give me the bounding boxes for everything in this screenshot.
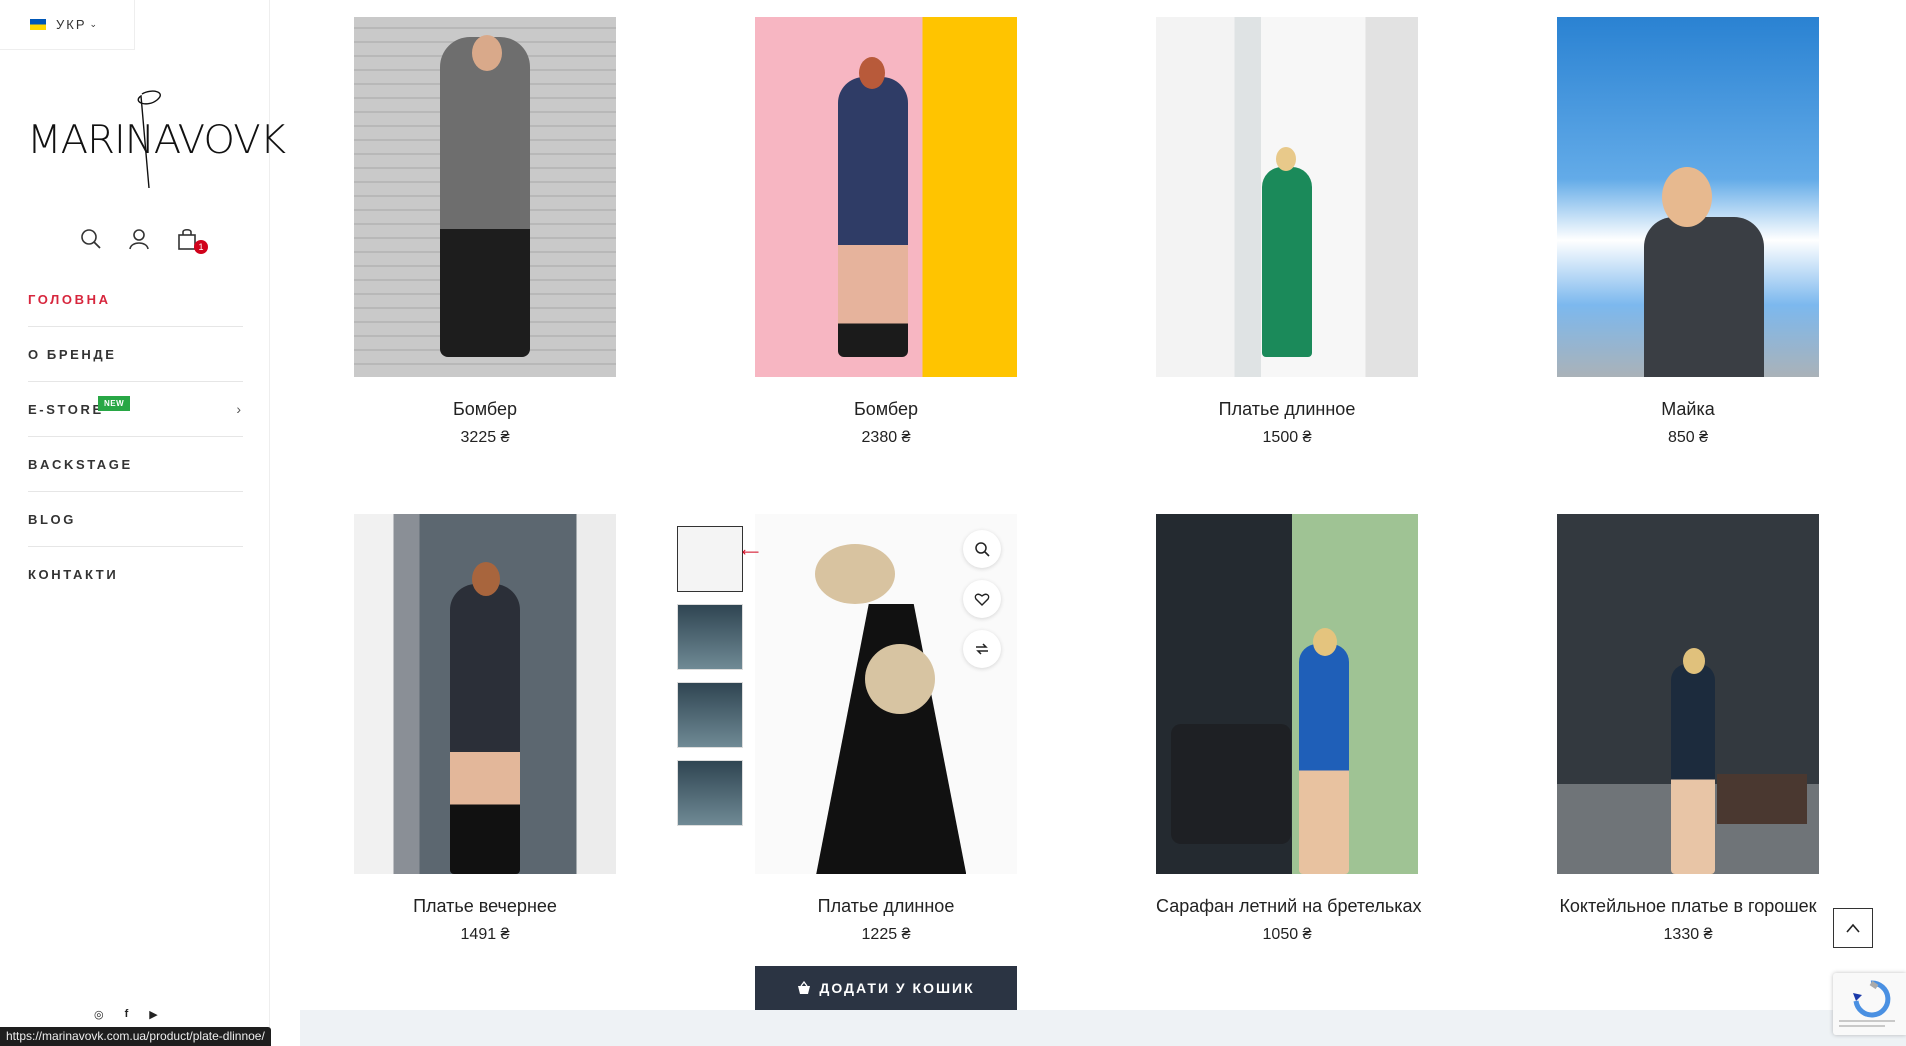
add-to-cart-button[interactable]: ДОДАТИ У КОШИК	[755, 966, 1017, 1010]
product-card-hovered[interactable]: Платье длинное 1225 ₴	[755, 514, 1017, 944]
straw-bag-shape	[865, 644, 935, 714]
nav-item-label: КОНТАКТИ	[28, 567, 119, 582]
social-links: ◎ f ▶	[94, 1008, 158, 1021]
nav-item-blog[interactable]: BLOG	[28, 492, 243, 547]
brand-logo[interactable]: MARINAVOVK	[27, 88, 286, 198]
language-selector[interactable]: УКР ⌄	[0, 0, 135, 50]
product-price: 1330 ₴	[1663, 926, 1713, 943]
main-nav: ГОЛОВНА О БРЕНДЕ E-STORE NEW › BACKSTAGE…	[28, 272, 243, 602]
nav-item-about-brand[interactable]: О БРЕНДЕ	[28, 327, 243, 382]
search-icon[interactable]	[80, 228, 104, 252]
youtube-icon[interactable]: ▶	[149, 1008, 157, 1021]
thumbnail-1[interactable]	[677, 526, 743, 592]
new-badge: NEW	[98, 396, 131, 411]
sidebar: УКР ⌄ MARINAVOVK 1 ГОЛОВНА О БРЕНДЕ E-ST…	[0, 0, 286, 1046]
product-card[interactable]: Майка 850 ₴	[1557, 17, 1819, 447]
product-name[interactable]: Платье длинное	[1156, 399, 1418, 420]
wishlist-button[interactable]	[963, 580, 1001, 618]
logo-text: MARINAVOVK	[27, 118, 286, 163]
recaptcha-badge[interactable]	[1833, 973, 1906, 1035]
product-name[interactable]: Коктейльное платье в горошек	[1557, 896, 1819, 917]
nav-item-contacts[interactable]: КОНТАКТИ	[28, 547, 243, 602]
heart-icon	[974, 593, 990, 606]
basket-icon	[798, 981, 811, 994]
shopping-bag-icon[interactable]: 1	[176, 228, 208, 254]
thumbnail-pointer-icon: ⟵	[742, 545, 760, 559]
user-icon[interactable]	[128, 228, 152, 252]
quick-view-button[interactable]	[963, 530, 1001, 568]
product-image[interactable]	[1156, 514, 1418, 874]
product-card[interactable]: Платье длинное 1500 ₴	[1156, 17, 1418, 447]
footer-band	[300, 1010, 1906, 1046]
compare-icon	[976, 643, 988, 655]
facebook-icon[interactable]: f	[125, 1008, 129, 1021]
nav-item-label: BLOG	[28, 511, 76, 527]
product-name[interactable]: Платье длинное	[755, 896, 1017, 917]
product-price: 1225 ₴	[861, 926, 911, 943]
product-price: 1491 ₴	[460, 926, 510, 943]
product-price: 850 ₴	[1667, 429, 1709, 446]
cart-count-badge: 1	[194, 240, 208, 254]
product-card[interactable]: Платье вечернее 1491 ₴	[354, 514, 616, 944]
search-icon	[975, 542, 990, 557]
nav-item-label: ГОЛОВНА	[28, 291, 111, 307]
product-card[interactable]: Бомбер 2380 ₴	[755, 17, 1017, 447]
product-name[interactable]: Платье вечернее	[354, 896, 616, 917]
product-thumbnails	[677, 526, 743, 826]
nav-item-backstage[interactable]: BACKSTAGE	[28, 437, 243, 492]
nav-item-label: BACKSTAGE	[28, 456, 133, 472]
bench-shape	[1717, 774, 1807, 824]
product-price: 2380 ₴	[861, 429, 911, 446]
nav-item-label: О БРЕНДЕ	[28, 346, 117, 362]
product-image[interactable]	[354, 17, 616, 377]
recaptcha-fine-print	[1839, 1020, 1895, 1027]
thumbnail-2[interactable]	[677, 604, 743, 670]
product-image[interactable]	[755, 514, 1017, 874]
ukraine-flag-icon	[30, 19, 46, 30]
product-card[interactable]: Бомбер 3225 ₴	[354, 17, 616, 447]
product-image[interactable]	[1557, 17, 1819, 377]
product-name[interactable]: Майка	[1557, 399, 1819, 420]
product-name[interactable]: Сарафан летний на бретельках	[1156, 896, 1422, 917]
scroll-to-top-button[interactable]	[1833, 908, 1873, 948]
motorcycle-shape	[1171, 724, 1291, 844]
product-price: 3225 ₴	[460, 429, 510, 446]
product-name[interactable]: Бомбер	[755, 399, 1017, 420]
compare-button[interactable]	[963, 630, 1001, 668]
product-image[interactable]	[354, 514, 616, 874]
add-to-cart-label: ДОДАТИ У КОШИК	[819, 980, 975, 996]
thumbnail-4[interactable]	[677, 760, 743, 826]
nav-item-e-store[interactable]: E-STORE NEW ›	[28, 382, 243, 437]
language-label: УКР	[56, 17, 87, 32]
product-price: 1050 ₴	[1262, 926, 1312, 943]
product-image[interactable]	[1156, 17, 1418, 377]
nav-item-home[interactable]: ГОЛОВНА	[28, 272, 243, 327]
instagram-icon[interactable]: ◎	[94, 1008, 104, 1021]
chevron-right-icon: ›	[236, 401, 241, 417]
nav-item-label: E-STORE	[28, 401, 104, 417]
product-image[interactable]	[755, 17, 1017, 377]
product-name[interactable]: Бомбер	[354, 399, 616, 420]
chevron-up-icon	[1846, 923, 1860, 933]
product-card[interactable]: Коктейльное платье в горошек 1330 ₴	[1557, 514, 1819, 944]
product-price: 1500 ₴	[1262, 429, 1312, 446]
product-image[interactable]	[1557, 514, 1819, 874]
thumbnail-3[interactable]	[677, 682, 743, 748]
status-bar-url: https://marinavovk.com.ua/product/plate-…	[0, 1027, 271, 1046]
product-card[interactable]: Сарафан летний на бретельках 1050 ₴	[1156, 514, 1422, 944]
chevron-down-icon: ⌄	[89, 19, 100, 29]
header-icons: 1	[80, 228, 208, 254]
recaptcha-icon	[1853, 980, 1891, 1018]
